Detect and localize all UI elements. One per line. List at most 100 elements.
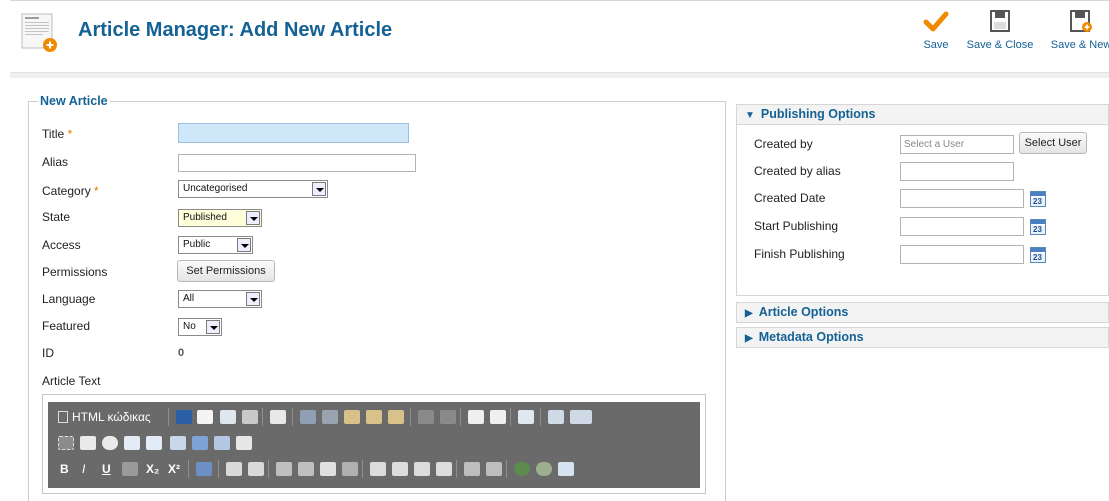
preview-icon[interactable] [220,410,236,424]
hidden-field-icon[interactable] [236,436,252,450]
access-value: Public [183,239,211,250]
find-icon[interactable] [468,410,484,424]
finish-publishing-input[interactable] [900,245,1024,264]
select-all-icon[interactable] [518,410,534,424]
save-new-label: Save & New [1050,39,1109,51]
form-icon[interactable] [58,436,74,450]
state-value: Published [183,212,227,223]
category-select[interactable]: Uncategorised [178,180,328,198]
save-close-button[interactable]: Save & Close [962,9,1038,51]
toolbar-separator [168,408,169,426]
unlink-icon[interactable] [536,462,552,476]
article-editor[interactable]: HTML κώδικας B I U X₂ X² [42,394,706,494]
select-field-icon[interactable] [170,436,186,450]
save-icon[interactable] [176,410,192,424]
article-options-title: Article Options [758,305,849,319]
language-value: All [183,293,195,304]
image-button-icon[interactable] [214,436,230,450]
metadata-options-header[interactable]: ▶ Metadata Options [736,327,1109,348]
print-icon[interactable] [242,410,258,424]
access-select[interactable]: Public [178,236,253,254]
ltr-icon[interactable] [464,462,480,476]
redo-icon[interactable] [440,410,456,424]
calendar-icon[interactable]: 23 [1030,247,1046,263]
button-icon[interactable] [192,436,208,450]
calendar-icon[interactable]: 23 [1030,219,1046,235]
featured-select[interactable]: No [178,318,222,336]
undo-icon[interactable] [418,410,434,424]
paste-word-icon[interactable] [388,410,404,424]
article-options-header[interactable]: ▶ Article Options [736,302,1109,323]
toolbar-separator [292,408,293,426]
language-select[interactable]: All [178,290,262,308]
title-label-text: Title [42,127,65,141]
toolbar-separator [540,408,541,426]
div-container-icon[interactable] [342,462,358,476]
article-text-label: Article Text [42,374,101,388]
title-input[interactable] [178,123,409,143]
editor-toolbar-row-2 [56,432,696,454]
superscript-icon[interactable]: X² [168,460,180,478]
chevron-down-icon [312,182,326,196]
underline-icon[interactable]: U [102,460,111,478]
outdent-icon[interactable] [276,462,292,476]
select-user-button[interactable]: Select User [1019,132,1087,154]
save-button[interactable]: Save [918,9,954,51]
indent-icon[interactable] [298,462,314,476]
anchor-flag-icon[interactable] [558,462,574,476]
editor-toolbar-row-3: B I U X₂ X² [56,458,696,480]
bold-icon[interactable]: B [60,460,69,478]
calendar-icon[interactable]: 23 [1030,191,1046,207]
toolbar-separator [460,408,461,426]
editor-toolbar: HTML κώδικας B I U X₂ X² [48,402,700,488]
html-source-button[interactable]: HTML κώδικας [58,408,151,426]
bulleted-list-icon[interactable] [248,462,264,476]
checkbox-icon[interactable] [80,436,96,450]
set-permissions-button[interactable]: Set Permissions [177,260,275,282]
page-title: Article Manager: Add New Article [78,19,393,41]
blockquote-icon[interactable] [320,462,336,476]
subscript-icon[interactable]: X₂ [146,460,159,478]
numbered-list-icon[interactable] [226,462,242,476]
spellcheck-as-you-type-icon[interactable] [570,410,592,424]
paste-icon[interactable] [344,410,360,424]
justify-icon[interactable] [436,462,452,476]
copy-icon[interactable] [322,410,338,424]
language-label: Language [42,292,96,306]
remove-format-icon[interactable] [196,462,212,476]
created-by-input[interactable]: Select a User [900,135,1014,154]
created-by-alias-input[interactable] [900,162,1014,181]
featured-label: Featured [42,319,91,333]
featured-value: No [183,321,196,332]
rtl-icon[interactable] [486,462,502,476]
start-publishing-input[interactable] [900,217,1024,236]
radio-icon[interactable] [102,436,118,450]
finish-publishing-label: Finish Publishing [754,247,845,261]
state-select[interactable]: Published [178,209,262,227]
align-left-icon[interactable] [370,462,386,476]
paste-text-icon[interactable] [366,410,382,424]
id-label: ID [42,346,54,360]
spellcheck-icon[interactable] [548,410,564,424]
replace-icon[interactable] [490,410,506,424]
strikethrough-icon[interactable] [122,462,138,476]
align-right-icon[interactable] [414,462,430,476]
new-document-icon[interactable] [197,410,213,424]
text-field-icon[interactable] [124,436,140,450]
publishing-options-header[interactable]: ▼ Publishing Options [736,104,1109,125]
align-center-icon[interactable] [392,462,408,476]
link-icon[interactable] [514,462,530,476]
alias-input[interactable] [178,154,416,172]
article-add-icon [20,13,60,53]
toolbar-separator [510,408,511,426]
save-new-button[interactable]: Save & New [1046,9,1109,51]
templates-icon[interactable] [270,410,286,424]
state-label: State [42,210,71,224]
required-marker: * [94,184,99,198]
textarea-icon[interactable] [146,436,162,450]
calendar-day: 23 [1033,197,1042,206]
toolbar-separator [262,408,263,426]
created-date-input[interactable] [900,189,1024,208]
italic-icon[interactable]: I [82,460,85,478]
cut-icon[interactable] [300,410,316,424]
